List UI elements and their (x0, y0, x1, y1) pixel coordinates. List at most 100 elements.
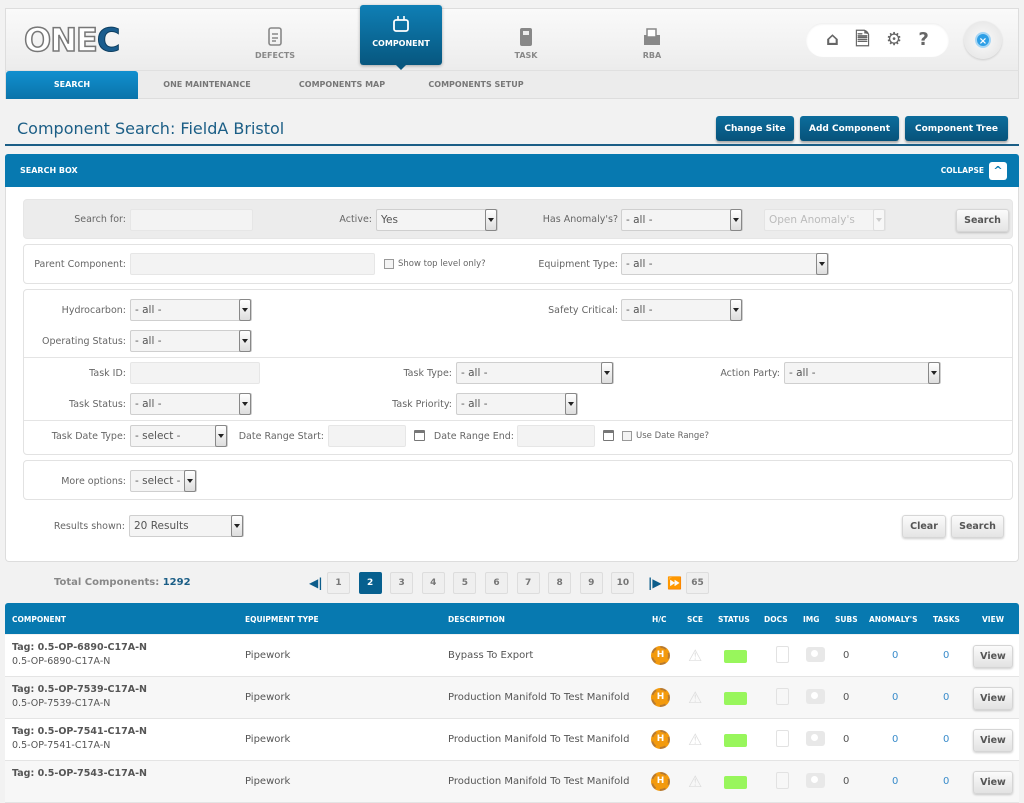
more-options-select[interactable]: - select - (130, 470, 197, 492)
change-site-button[interactable]: Change Site (716, 116, 794, 141)
view-button[interactable]: View (973, 687, 1013, 710)
task-id-input[interactable] (130, 362, 260, 384)
tasks-link[interactable]: 0 (943, 650, 949, 661)
nav-task[interactable]: TASK (485, 9, 567, 71)
component-tree-button[interactable]: Component Tree (905, 116, 1008, 141)
view-button[interactable]: View (973, 771, 1013, 794)
next-page-icon[interactable]: |▶ (648, 576, 662, 590)
tasks-link[interactable]: 0 (943, 692, 949, 703)
status-indicator (724, 692, 747, 705)
use-date-range-checkbox[interactable] (622, 431, 632, 441)
gears-icon[interactable]: ⚙ (886, 31, 902, 49)
hydrocarbon-icon: H (651, 646, 670, 665)
settings-doc-icon[interactable]: 🗎 (855, 31, 869, 49)
results-shown-select[interactable]: 20 Results (129, 515, 244, 537)
page-last[interactable]: 65 (686, 572, 709, 594)
show-top-level-checkbox[interactable] (384, 259, 394, 269)
parent-component-label: Parent Component: (34, 259, 126, 270)
page-6[interactable]: 6 (485, 572, 508, 594)
calendar-icon[interactable] (414, 430, 425, 441)
last-page-icon[interactable]: ⏩ (667, 576, 682, 590)
operating-status-select[interactable]: - all - (130, 330, 252, 352)
active-select[interactable]: Yes (376, 209, 498, 231)
subs-count: 0 (843, 650, 850, 661)
nav-rba[interactable]: RBA (611, 9, 693, 71)
subnav-search[interactable]: SEARCH (6, 71, 138, 99)
anomalies-link[interactable]: 0 (892, 734, 898, 745)
equipment-type: Pipework (245, 650, 291, 661)
hydrocarbon-select[interactable]: - all - (130, 299, 252, 321)
table-row[interactable]: Tag: 0.5-OP-7541-C17A-N 0.5-OP-7541-C17A-… (5, 719, 1019, 761)
anomalies-link[interactable]: 0 (892, 692, 898, 703)
col-subs[interactable]: SUBS (835, 615, 858, 624)
status-indicator (724, 650, 747, 663)
col-hc[interactable]: H/C (652, 615, 667, 624)
page-4[interactable]: 4 (421, 572, 445, 594)
search-for-input[interactable] (130, 209, 253, 231)
page-1[interactable]: 1 (327, 572, 350, 594)
col-anomalies[interactable]: ANOMALY'S (869, 615, 917, 624)
safety-critical-select[interactable]: - all - (621, 299, 743, 321)
subnav-components-map[interactable]: COMPONENTS MAP (286, 71, 398, 99)
dropdown-arrow-icon (873, 209, 885, 231)
search-button-bottom[interactable]: Search (951, 515, 1004, 538)
date-range-end-label: Date Range End: (433, 431, 514, 442)
action-party-select[interactable]: - all - (784, 362, 941, 384)
parent-component-input[interactable] (130, 253, 375, 275)
table-row[interactable]: Tag: 0.5-OP-7539-C17A-N 0.5-OP-7539-C17A-… (5, 677, 1019, 719)
page-7[interactable]: 7 (516, 572, 540, 594)
anomalies-link[interactable]: 0 (892, 650, 898, 661)
equipment-type-select[interactable]: - all - (621, 253, 829, 275)
date-range-start-input[interactable] (328, 425, 406, 447)
view-button[interactable]: View (973, 645, 1013, 668)
tasks-link[interactable]: 0 (943, 734, 949, 745)
collapse-label[interactable]: COLLAPSE (941, 166, 984, 175)
col-description[interactable]: DESCRIPTION (448, 615, 505, 624)
one-logo[interactable]: ONEC (23, 20, 121, 60)
search-button-top[interactable]: Search (956, 209, 1009, 232)
has-anomaly-select[interactable]: - all - (621, 209, 743, 231)
clear-button[interactable]: Clear (902, 515, 946, 538)
tasks-link[interactable]: 0 (943, 776, 949, 787)
dropdown-arrow-icon (730, 299, 742, 321)
close-button[interactable]: × (964, 21, 1002, 59)
col-docs[interactable]: DOCS (764, 615, 788, 624)
page-5[interactable]: 5 (453, 572, 477, 594)
collapse-chevron-up-icon[interactable]: ^ (989, 162, 1007, 180)
page-8[interactable]: 8 (548, 572, 572, 594)
previous-page-icon[interactable]: ◀| (309, 576, 323, 590)
results-shown-label: Results shown: (53, 521, 125, 532)
subnav-components-setup[interactable]: COMPONENTS SETUP (416, 71, 536, 99)
camera-icon (806, 731, 825, 746)
help-icon[interactable]: ? (918, 31, 928, 49)
view-button[interactable]: View (973, 729, 1013, 752)
table-row[interactable]: Tag: 0.5-OP-7543-C17A-N Pipework Productio… (5, 761, 1019, 803)
task-status-select[interactable]: - all - (130, 393, 252, 415)
add-component-button[interactable]: Add Component (800, 116, 899, 141)
col-component[interactable]: COMPONENT (12, 615, 66, 624)
subnav-one-maintenance[interactable]: ONE MAINTENANCE (146, 71, 268, 99)
rba-icon (644, 28, 660, 45)
task-priority-select[interactable]: - all - (456, 393, 578, 415)
table-row[interactable]: Tag: 0.5-OP-6890-C17A-N 0.5-OP-6890-C17A-… (5, 635, 1019, 677)
page-3[interactable]: 3 (390, 572, 414, 594)
calendar-icon[interactable] (603, 430, 614, 441)
anomalies-link[interactable]: 0 (892, 776, 898, 787)
col-img[interactable]: IMG (803, 615, 819, 624)
dropdown-arrow-icon (485, 209, 497, 231)
nav-defects[interactable]: DEFECTS (234, 9, 316, 71)
page-10[interactable]: 10 (611, 572, 635, 594)
nav-component[interactable]: COMPONENT (360, 5, 442, 70)
home-icon[interactable]: ⌂ (826, 31, 839, 49)
page-9[interactable]: 9 (579, 572, 603, 594)
date-range-end-input[interactable] (517, 425, 595, 447)
col-status[interactable]: STATUS (718, 615, 750, 624)
col-equipment-type[interactable]: EQUIPMENT TYPE (245, 615, 319, 624)
col-sce[interactable]: SCE (687, 615, 703, 624)
task-type-select[interactable]: - all - (456, 362, 614, 384)
dropdown-arrow-icon (730, 209, 742, 231)
open-anomaly-select: Open Anomaly's (764, 209, 886, 231)
page-2[interactable]: 2 (358, 572, 382, 594)
col-tasks[interactable]: TASKS (933, 615, 960, 624)
task-date-type-select[interactable]: - select - (130, 425, 228, 447)
